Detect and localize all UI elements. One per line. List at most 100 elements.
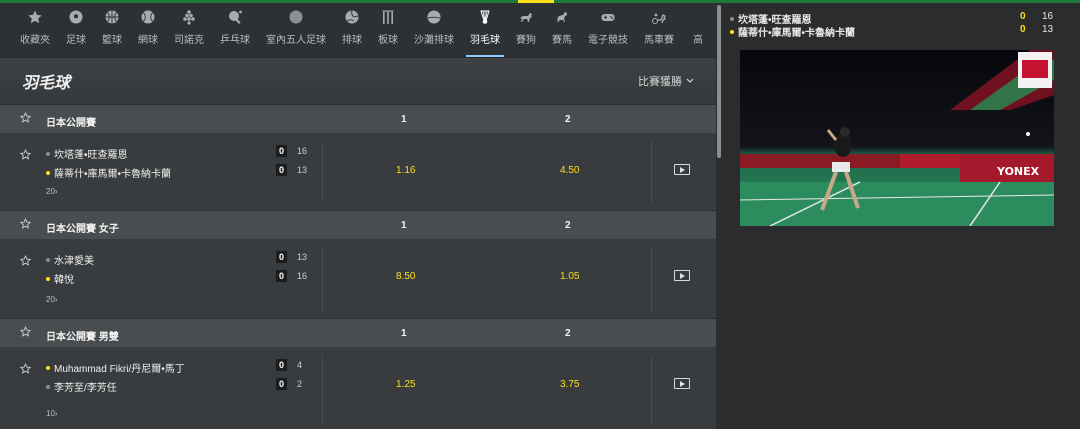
favorite-star-icon[interactable] bbox=[19, 361, 32, 379]
competition-name[interactable]: 日本公開賽 男雙 bbox=[46, 328, 119, 343]
more-markets-count: 20 bbox=[46, 187, 55, 196]
competition-list: 日本公開賽 1 2 坎塔蓬•旺查羅恩 0 16 薩蒂什•庫馬爾•卡魯納卡蘭 0 13 20› 1.1… bbox=[0, 105, 716, 429]
odds-button-1[interactable]: 1.25 bbox=[396, 379, 415, 390]
player-name-row[interactable]: 李芳至/李芳任 bbox=[46, 379, 117, 394]
market-sort-dropdown[interactable]: 比賽獲勝 bbox=[638, 73, 694, 89]
favorite-star-icon[interactable] bbox=[19, 111, 32, 126]
soccer-ball-icon bbox=[68, 9, 84, 25]
greyhound-icon bbox=[518, 9, 534, 25]
chevron-down-icon bbox=[686, 78, 694, 83]
points-score: 4 bbox=[297, 360, 303, 370]
market-sort-label: 比賽獲勝 bbox=[638, 76, 682, 88]
sport-tab-11[interactable]: 賽狗 bbox=[508, 3, 544, 57]
player-name-row[interactable]: 水津愛美 bbox=[46, 252, 94, 267]
points-score: 16 bbox=[297, 271, 308, 281]
sport-tab-14[interactable]: 馬車賽 bbox=[636, 3, 682, 57]
sport-tab-0[interactable]: 收藏夾 bbox=[12, 3, 58, 57]
column-header-2: 2 bbox=[565, 114, 571, 125]
scrollbar-thumb[interactable] bbox=[717, 5, 721, 158]
gamepad-icon bbox=[600, 9, 616, 25]
video-frame-image: YONEX bbox=[740, 50, 1054, 226]
serve-indicator bbox=[46, 365, 50, 370]
sport-tab-13[interactable]: 電子競技 bbox=[580, 3, 636, 57]
competition-name[interactable]: 日本公開賽 bbox=[46, 114, 96, 129]
live-stream-icon[interactable] bbox=[674, 270, 690, 281]
match-row: 水津愛美 0 13 韓悅 0 16 20› 8.50 1.05 bbox=[0, 239, 716, 319]
odds-button-2[interactable]: 3.75 bbox=[560, 379, 579, 390]
odds-button-2[interactable]: 1.05 bbox=[560, 271, 579, 282]
odds-button-1[interactable]: 1.16 bbox=[396, 165, 415, 176]
games-score: 0 bbox=[276, 270, 287, 282]
player-name-row[interactable]: 薩蒂什•庫馬爾•卡魯納卡蘭 bbox=[46, 165, 171, 180]
divider bbox=[651, 141, 652, 203]
odds-button-2[interactable]: 4.50 bbox=[560, 165, 579, 176]
chevron-right-icon: › bbox=[54, 187, 58, 196]
games-score: 0 bbox=[276, 145, 287, 157]
player-name-row[interactable]: 坎塔蓬•旺查羅恩 bbox=[46, 146, 128, 161]
more-markets-count: 10 bbox=[46, 409, 55, 418]
video-board-text: YONEX bbox=[996, 165, 1040, 178]
horse-racing-icon bbox=[554, 9, 570, 25]
sport-tab-5[interactable]: 乒乓球 bbox=[212, 3, 258, 57]
player-name-row[interactable]: 韓悅 bbox=[46, 271, 74, 286]
more-markets-link[interactable]: 20› bbox=[46, 187, 58, 196]
favorite-star-icon[interactable] bbox=[19, 147, 32, 165]
sport-tab-9[interactable]: 沙灘排球 bbox=[406, 3, 462, 57]
sport-tab-8[interactable]: 板球 bbox=[370, 3, 406, 57]
favorite-star-icon[interactable] bbox=[19, 217, 32, 232]
column-header-2: 2 bbox=[565, 220, 571, 231]
column-header-2: 2 bbox=[565, 328, 571, 339]
divider bbox=[651, 247, 652, 311]
live-stream-icon[interactable] bbox=[674, 164, 690, 175]
player-name-row[interactable]: Muhammad Fikri/丹尼爾•馬丁 bbox=[46, 360, 185, 375]
competition-header: 日本公開賽 男雙 1 2 bbox=[0, 319, 716, 347]
live-player-name: 薩蒂什•庫馬爾•卡魯納卡蘭 bbox=[738, 28, 856, 39]
divider bbox=[651, 355, 652, 425]
sport-tab-label: 電子競技 bbox=[588, 35, 628, 46]
serve-indicator bbox=[46, 384, 50, 389]
sport-tab-12[interactable]: 賽馬 bbox=[544, 3, 580, 57]
sport-tab-label: 網球 bbox=[138, 35, 158, 46]
serve-indicator bbox=[46, 151, 50, 156]
more-sports-icon bbox=[690, 9, 706, 25]
sport-tab-6[interactable]: 室內五人足球 bbox=[258, 3, 334, 57]
more-markets-link[interactable]: 20› bbox=[46, 295, 58, 304]
sport-tab-label: 乒乓球 bbox=[220, 35, 250, 46]
competition-name[interactable]: 日本公開賽 女子 bbox=[46, 220, 119, 235]
favorite-star-icon[interactable] bbox=[19, 253, 32, 271]
sport-tab-2[interactable]: 籃球 bbox=[94, 3, 130, 57]
harness-racing-icon bbox=[651, 9, 667, 25]
competition-header: 日本公開賽 女子 1 2 bbox=[0, 211, 716, 239]
sport-tab-15[interactable]: 高 bbox=[682, 3, 714, 57]
beach-volleyball-icon bbox=[426, 9, 442, 25]
player-name: 水津愛美 bbox=[54, 256, 94, 267]
sport-tab-3[interactable]: 網球 bbox=[130, 3, 166, 57]
divider bbox=[322, 247, 323, 311]
scrollbar[interactable] bbox=[716, 3, 724, 429]
more-markets-link[interactable]: 10› bbox=[46, 409, 58, 418]
chevron-right-icon: › bbox=[54, 409, 58, 418]
serve-indicator bbox=[730, 29, 734, 34]
sport-tab-label: 足球 bbox=[66, 35, 86, 46]
divider bbox=[322, 355, 323, 425]
live-stream-icon[interactable] bbox=[674, 378, 690, 389]
match-row: Muhammad Fikri/丹尼爾•馬丁 0 4 李芳至/李芳任 0 2 10› 1.25 3… bbox=[0, 347, 716, 429]
sport-tab-label: 收藏夾 bbox=[20, 35, 50, 46]
sport-tab-7[interactable]: 排球 bbox=[334, 3, 370, 57]
player-name: 薩蒂什•庫馬爾•卡魯納卡蘭 bbox=[54, 169, 172, 180]
cricket-icon bbox=[380, 9, 396, 25]
favorite-star-icon[interactable] bbox=[19, 325, 32, 340]
games-score: 0 bbox=[276, 251, 287, 263]
volleyball-icon bbox=[344, 9, 360, 25]
games-score: 0 bbox=[276, 378, 287, 390]
live-games-score: 0 bbox=[1020, 11, 1026, 22]
sport-tab-label: 司諾克 bbox=[174, 35, 204, 46]
sport-tab-10[interactable]: 羽毛球 bbox=[462, 3, 508, 57]
sports-nav: 收藏夾 足球 籃球 網球 司諾克 乒乓球 室內五人足球 排球 板球 沙灘排球 羽毛球 賽狗 賽馬 電子競技… bbox=[0, 3, 716, 58]
sport-tab-1[interactable]: 足球 bbox=[58, 3, 94, 57]
sport-tab-4[interactable]: 司諾克 bbox=[166, 3, 212, 57]
sport-tab-label: 籃球 bbox=[102, 35, 122, 46]
odds-button-1[interactable]: 8.50 bbox=[396, 271, 415, 282]
live-video[interactable]: YONEX bbox=[740, 50, 1054, 226]
futsal-ball-icon bbox=[288, 9, 304, 25]
